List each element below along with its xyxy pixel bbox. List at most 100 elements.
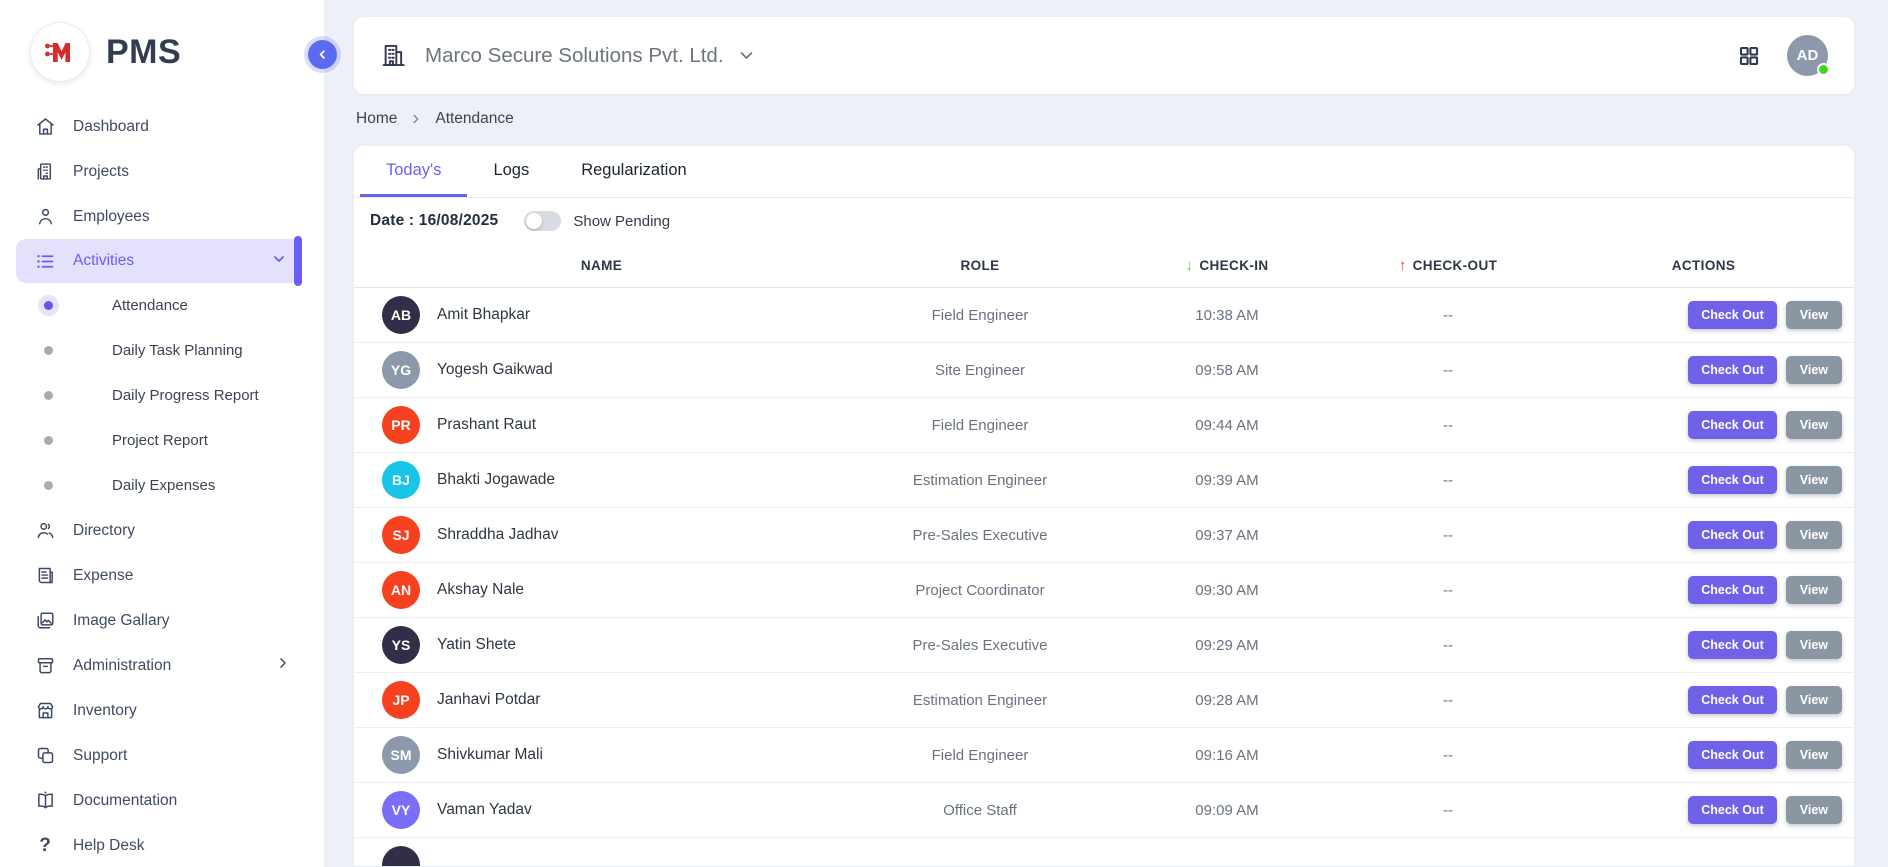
- tab-bar: Today's Logs Regularization: [354, 146, 1854, 198]
- employee-avatar: YS: [382, 626, 420, 664]
- sidebar-subitem-daily-expenses[interactable]: Daily Expenses: [0, 463, 324, 508]
- check-out-time: --: [1343, 582, 1553, 599]
- check-out-button[interactable]: Check Out: [1688, 301, 1777, 329]
- sidebar-item-label: Help Desk: [73, 837, 145, 855]
- check-out-button[interactable]: Check Out: [1688, 411, 1777, 439]
- column-header-name[interactable]: NAME: [354, 258, 849, 273]
- sidebar-item-label: Expense: [73, 567, 133, 585]
- sidebar-item-administration[interactable]: Administration: [0, 643, 324, 688]
- check-out-button[interactable]: Check Out: [1688, 686, 1777, 714]
- sidebar-item-expense[interactable]: Expense: [0, 553, 324, 598]
- check-out-button[interactable]: Check Out: [1688, 741, 1777, 769]
- employee-avatar: JP: [382, 681, 420, 719]
- sidebar-subitem-label: Daily Task Planning: [112, 342, 243, 359]
- people-icon: [34, 520, 56, 542]
- employee-avatar: [382, 846, 420, 866]
- attendance-card: Today's Logs Regularization Date : 16/08…: [354, 146, 1854, 866]
- column-header-role[interactable]: ROLE: [849, 258, 1111, 273]
- check-in-time: 10:38 AM: [1111, 307, 1343, 324]
- check-out-time: --: [1343, 362, 1553, 379]
- user-avatar[interactable]: AD: [1787, 35, 1828, 76]
- bullet-dot-icon: [44, 391, 53, 400]
- check-out-button[interactable]: Check Out: [1688, 521, 1777, 549]
- check-out-time: --: [1343, 472, 1553, 489]
- book-icon: [34, 790, 56, 812]
- employee-name: Bhakti Jogawade: [437, 471, 555, 489]
- employee-name: Prashant Raut: [437, 416, 536, 434]
- sidebar-subitem-attendance[interactable]: Attendance: [0, 283, 324, 328]
- attendance-table-body: ABAmit BhapkarField Engineer10:38 AM--Ch…: [354, 288, 1854, 866]
- view-button[interactable]: View: [1786, 411, 1842, 439]
- column-header-check-in[interactable]: ↓ CHECK-IN: [1111, 257, 1343, 274]
- bullet-dot-icon: [44, 436, 53, 445]
- sidebar-item-support[interactable]: Support: [0, 733, 324, 778]
- check-out-button[interactable]: Check Out: [1688, 466, 1777, 494]
- check-out-time: --: [1343, 637, 1553, 654]
- tab-regularization[interactable]: Regularization: [555, 146, 712, 197]
- list-icon: [34, 250, 56, 272]
- column-header-check-out[interactable]: ↑ CHECK-OUT: [1343, 257, 1553, 274]
- check-out-time: --: [1343, 692, 1553, 709]
- company-building-icon: [380, 42, 407, 69]
- table-row: PRPrashant RautField Engineer09:44 AM--C…: [354, 398, 1854, 453]
- view-button[interactable]: View: [1786, 631, 1842, 659]
- check-out-button[interactable]: Check Out: [1688, 631, 1777, 659]
- sidebar-item-inventory[interactable]: Inventory: [0, 688, 324, 733]
- sidebar-item-directory[interactable]: Directory: [0, 508, 324, 553]
- employee-avatar: AB: [382, 296, 420, 334]
- view-button[interactable]: View: [1786, 796, 1842, 824]
- sidebar-item-projects[interactable]: Projects: [0, 149, 324, 194]
- tab-todays[interactable]: Today's: [360, 146, 467, 197]
- chevron-down-icon[interactable]: [738, 47, 755, 64]
- avatar-initials: AD: [1797, 47, 1819, 64]
- employee-role: Estimation Engineer: [849, 692, 1111, 709]
- sidebar-item-image-gallary[interactable]: Image Gallary: [0, 598, 324, 643]
- table-row: ABAmit BhapkarField Engineer10:38 AM--Ch…: [354, 288, 1854, 343]
- sidebar-item-label: Documentation: [73, 792, 177, 810]
- check-out-button[interactable]: Check Out: [1688, 796, 1777, 824]
- sidebar-subitem-daily-task-planning[interactable]: Daily Task Planning: [0, 328, 324, 373]
- check-out-button[interactable]: Check Out: [1688, 576, 1777, 604]
- view-button[interactable]: View: [1786, 466, 1842, 494]
- view-button[interactable]: View: [1786, 576, 1842, 604]
- date-label: Date : 16/08/2025: [370, 212, 498, 230]
- sidebar-collapse-button[interactable]: [308, 40, 337, 69]
- sidebar: PMS DashboardProjectsEmployeesActivities…: [0, 0, 324, 867]
- sidebar-item-employees[interactable]: Employees: [0, 194, 324, 239]
- check-in-time: 09:39 AM: [1111, 472, 1343, 489]
- check-out-time: --: [1343, 527, 1553, 544]
- sidebar-item-dashboard[interactable]: Dashboard: [0, 104, 324, 149]
- table-header-row: NAME ROLE ↓ CHECK-IN ↑ CHECK-OUT ACTIONS: [354, 244, 1854, 288]
- check-in-time: 09:16 AM: [1111, 747, 1343, 764]
- company-selector[interactable]: Marco Secure Solutions Pvt. Ltd.: [425, 44, 724, 68]
- sidebar-item-help-desk[interactable]: ?Help Desk: [0, 823, 324, 867]
- sidebar-item-label: Support: [73, 747, 127, 765]
- apps-grid-icon[interactable]: [1737, 44, 1761, 68]
- sidebar-subitem-daily-progress-report[interactable]: Daily Progress Report: [0, 373, 324, 418]
- employee-role: Pre-Sales Executive: [849, 637, 1111, 654]
- view-button[interactable]: View: [1786, 301, 1842, 329]
- employee-role: Estimation Engineer: [849, 472, 1111, 489]
- view-button[interactable]: View: [1786, 356, 1842, 384]
- check-out-button[interactable]: Check Out: [1688, 356, 1777, 384]
- view-button[interactable]: View: [1786, 521, 1842, 549]
- employee-avatar: AN: [382, 571, 420, 609]
- sidebar-nav: DashboardProjectsEmployeesActivitiesAtte…: [0, 104, 324, 867]
- check-in-time: 09:28 AM: [1111, 692, 1343, 709]
- online-status-dot: [1817, 63, 1830, 76]
- show-pending-toggle[interactable]: [524, 211, 561, 231]
- employee-avatar: BJ: [382, 461, 420, 499]
- sidebar-item-label: Inventory: [73, 702, 137, 720]
- breadcrumb-attendance: Attendance: [435, 110, 513, 128]
- column-header-actions: ACTIONS: [1553, 258, 1854, 273]
- view-button[interactable]: View: [1786, 686, 1842, 714]
- employee-avatar: SM: [382, 736, 420, 774]
- check-in-time: 09:44 AM: [1111, 417, 1343, 434]
- sidebar-subitem-project-report[interactable]: Project Report: [0, 418, 324, 463]
- sidebar-item-documentation[interactable]: Documentation: [0, 778, 324, 823]
- view-button[interactable]: View: [1786, 741, 1842, 769]
- breadcrumb-home[interactable]: Home: [356, 110, 397, 128]
- tab-logs[interactable]: Logs: [467, 146, 555, 197]
- employee-role: Project Coordinator: [849, 582, 1111, 599]
- sidebar-item-activities[interactable]: Activities: [16, 239, 302, 283]
